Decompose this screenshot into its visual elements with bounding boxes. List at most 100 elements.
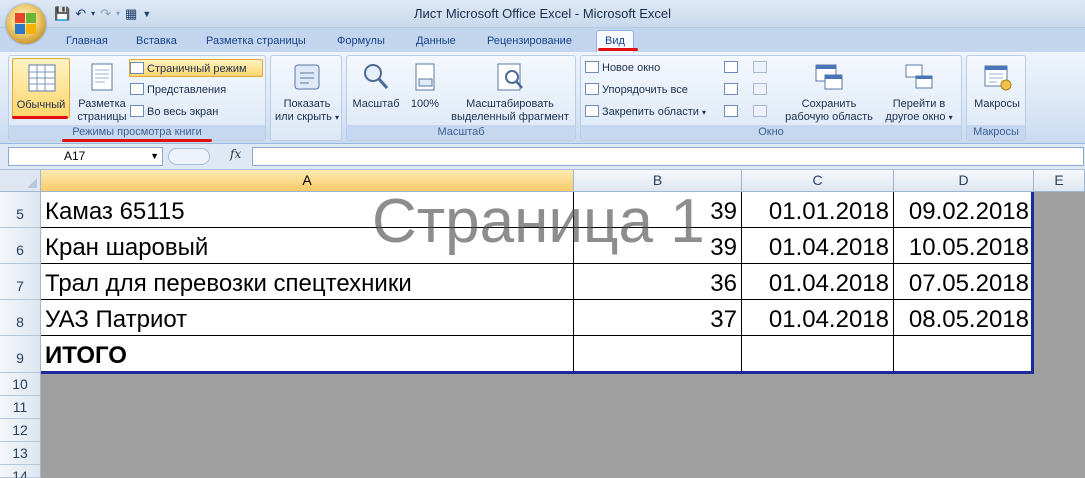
column-header-c[interactable]: C [742, 170, 894, 192]
page-layout-icon [91, 63, 113, 91]
zoom-100-button[interactable]: 100% [405, 58, 445, 126]
column-header-e[interactable]: E [1034, 170, 1085, 192]
hide-window-icon [724, 83, 738, 95]
select-all-corner[interactable] [0, 170, 41, 192]
ribbon-tabs: Главная Вставка Разметка страницы Формул… [0, 28, 1085, 52]
group-label-views: Режимы просмотра книги [9, 125, 265, 140]
dropdown-arrow-icon: ▾ [948, 113, 953, 122]
highlight-underline-view-tab [598, 48, 638, 51]
column-header-d[interactable]: D [894, 170, 1034, 192]
cell-a8[interactable]: УАЗ Патриот [41, 300, 574, 336]
cell-d7[interactable]: 07.05.2018 [894, 264, 1034, 300]
tab-insert[interactable]: Вставка [136, 32, 177, 52]
highlight-underline-normal [12, 116, 68, 119]
cell-b5[interactable]: 39 [574, 192, 742, 228]
insert-function-icon[interactable]: fx [230, 147, 241, 161]
row-header[interactable]: 10 [0, 373, 41, 396]
ribbon: Обычный Разметка страницы Страничный реж… [0, 52, 1085, 144]
dropdown-arrow-icon: ▾ [701, 108, 706, 117]
tab-formulas[interactable]: Формулы [337, 32, 385, 52]
tab-home[interactable]: Главная [66, 32, 108, 52]
column-header-a[interactable]: A [41, 170, 574, 192]
tab-page-layout[interactable]: Разметка страницы [206, 32, 306, 52]
normal-view-button[interactable]: Обычный [12, 58, 70, 118]
row-header[interactable]: 11 [0, 396, 41, 419]
reset-window-position-button[interactable] [753, 103, 770, 121]
column-header-b[interactable]: B [574, 170, 742, 192]
cell-d5[interactable]: 09.02.2018 [894, 192, 1034, 228]
arrange-all-button[interactable]: Упорядочить все [585, 81, 688, 99]
row-header[interactable]: 14 [0, 465, 41, 478]
window-title: Лист Microsoft Office Excel - Microsoft … [413, 6, 671, 21]
save-workspace-icon [815, 64, 843, 90]
zoom-button[interactable]: Масштаб [349, 58, 403, 126]
cell-a6[interactable]: Кран шаровый [41, 228, 574, 264]
cell-d6[interactable]: 10.05.2018 [894, 228, 1034, 264]
sync-scroll-icon [753, 83, 767, 95]
row-header[interactable]: 12 [0, 419, 41, 442]
title-bar: 💾 ↶ ▾ ↷ ▾ ▦ ▼ Лист Microsoft Office Exce… [0, 0, 1085, 28]
unhide-window-button[interactable] [724, 103, 741, 121]
tab-review[interactable]: Рецензирование [487, 32, 572, 52]
macros-icon [984, 65, 1012, 91]
cell-c5[interactable]: 01.01.2018 [742, 192, 894, 228]
split-icon [724, 61, 738, 73]
custom-views-button[interactable]: Представления [130, 81, 226, 99]
cell-b6[interactable]: 39 [574, 228, 742, 264]
zoom-to-selection-button[interactable]: Масштабировать выделенный фрагмент [447, 58, 573, 126]
cell-b9[interactable] [574, 336, 742, 373]
cell-c9[interactable] [742, 336, 894, 373]
show-hide-icon [294, 64, 320, 90]
cell-a9[interactable]: ИТОГО [41, 336, 574, 373]
save-workspace-button[interactable]: Сохранить рабочую область [781, 58, 877, 126]
macros-button[interactable]: Макросы [969, 58, 1025, 126]
show-hide-button[interactable]: Показать или скрыть ▾ [273, 58, 341, 128]
cell-a5[interactable]: Камаз 65115 [41, 192, 574, 228]
custom-views-icon [130, 83, 144, 95]
cell-c7[interactable]: 01.04.2018 [742, 264, 894, 300]
hide-window-button[interactable] [724, 81, 741, 99]
cell-c8[interactable]: 01.04.2018 [742, 300, 894, 336]
view-side-by-side-button[interactable] [753, 59, 770, 77]
tab-data[interactable]: Данные [416, 32, 456, 52]
zoom-100-icon [415, 63, 435, 91]
name-box-dropdown-icon[interactable]: ▼ [150, 148, 159, 165]
formula-input[interactable] [252, 147, 1084, 166]
group-macros: Макросы Макросы [966, 55, 1026, 141]
cell-b8[interactable]: 37 [574, 300, 742, 336]
formula-bar: A17 ▼ fx [0, 144, 1085, 170]
row-header[interactable]: 13 [0, 442, 41, 465]
sync-scroll-button[interactable] [753, 81, 770, 99]
cell-a7[interactable]: Трал для перевозки спецтехники [41, 264, 574, 300]
page-layout-view-button[interactable]: Разметка страницы [73, 58, 131, 123]
switch-windows-button[interactable]: Перейти в другое окно ▾ [879, 58, 959, 126]
arrange-all-icon [585, 83, 599, 95]
dropdown-arrow-icon: ▾ [334, 113, 339, 122]
name-box[interactable]: A17 ▼ [8, 147, 163, 166]
group-show-hide: Показать или скрыть ▾ [270, 55, 342, 141]
office-button[interactable] [6, 4, 46, 44]
row-header[interactable]: 6 [0, 228, 41, 264]
magnifier-icon [364, 64, 389, 89]
split-button[interactable] [724, 59, 741, 77]
new-window-button[interactable]: Новое окно [585, 59, 660, 77]
cell-b7[interactable]: 36 [574, 264, 742, 300]
row-header[interactable]: 8 [0, 300, 41, 336]
freeze-panes-icon [585, 105, 599, 117]
formula-controls: fx [168, 147, 250, 166]
freeze-panes-button[interactable]: Закрепить области ▾ [585, 103, 706, 121]
group-zoom: Масштаб 100% Масштабировать выделенный ф… [346, 55, 576, 141]
side-by-side-icon [753, 61, 767, 73]
cell-d8[interactable]: 08.05.2018 [894, 300, 1034, 336]
group-label-zoom: Масштаб [347, 125, 575, 140]
page-break-preview-button[interactable]: Страничный режим [129, 59, 263, 77]
cell-c6[interactable]: 01.04.2018 [742, 228, 894, 264]
row-header[interactable]: 7 [0, 264, 41, 300]
row-header[interactable]: 9 [0, 336, 41, 373]
cell-d9[interactable] [894, 336, 1034, 373]
row-header[interactable]: 5 [0, 192, 41, 228]
full-screen-button[interactable]: Во весь экран [130, 103, 218, 121]
group-label-macros: Макросы [967, 125, 1025, 140]
reset-position-icon [753, 105, 767, 117]
formula-cancel-enter-icon[interactable] [168, 148, 210, 165]
